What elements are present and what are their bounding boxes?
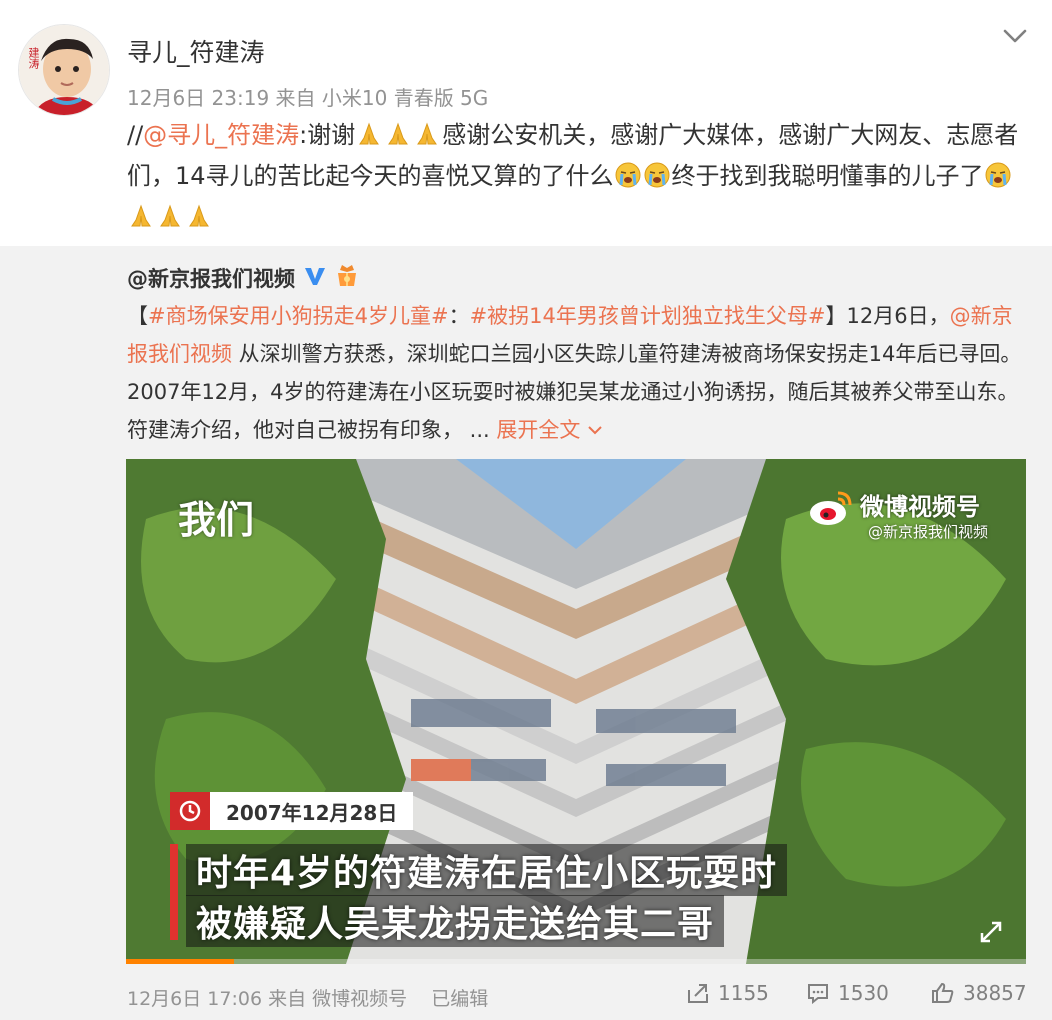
fullscreen-icon[interactable] xyxy=(978,919,1004,945)
like-icon xyxy=(932,982,954,1003)
edited-label[interactable]: 已编辑 xyxy=(431,988,488,1010)
expand-label: 展开全文 xyxy=(496,418,581,442)
comment-icon xyxy=(808,984,828,1004)
watermark-left: 我们 xyxy=(178,498,255,542)
repost-date-text: 12月6日， xyxy=(846,304,950,328)
pray-emoji xyxy=(160,204,180,227)
caption-date-box: 2007年12月28日 xyxy=(170,792,414,830)
pray-emoji xyxy=(131,204,151,227)
text-prefix: // xyxy=(127,121,144,149)
clock-icon xyxy=(170,792,210,830)
tag-open: 【 xyxy=(127,304,148,328)
comment-count: 1530 xyxy=(838,981,889,1005)
original-post: 建涛 寻儿_符建涛 12月6日 23:19 来自 小米10 青春版 5G //@… xyxy=(0,0,1052,246)
repost-meta: 12月6日 17:06 来自 微博视频号 已编辑 xyxy=(127,984,488,1011)
crying-emoji xyxy=(644,162,670,188)
caption-date: 2007年12月28日 xyxy=(226,800,398,825)
avatar[interactable]: 建涛 xyxy=(18,24,110,116)
post-source: 小米10 青春版 5G xyxy=(321,86,489,110)
repost-icon xyxy=(688,984,708,1003)
ellipsis: ... xyxy=(463,418,497,442)
video-player[interactable]: 我们 微博视频号 @新京报我们视频 2007年12月28日 时年4岁的符建涛在居… xyxy=(126,459,1026,964)
hashtag-separator: ： xyxy=(448,304,470,328)
video-progress-fill xyxy=(126,959,234,964)
avatar-label: 建涛 xyxy=(27,47,40,69)
tag-close: 】 xyxy=(825,304,847,328)
expand-full-text-link[interactable]: 展开全文 xyxy=(496,418,603,442)
caption-line-1: 时年4岁的符建涛在居住小区玩耍时 xyxy=(186,844,788,896)
caption-line-2: 被嫌疑人吴某龙拐走送给其二哥 xyxy=(186,895,725,947)
like-count: 38857 xyxy=(963,981,1027,1005)
verified-icon xyxy=(305,268,325,285)
pray-emoji xyxy=(417,122,438,145)
text-part-1: 谢谢 xyxy=(307,121,356,149)
watermark-right-sub: @新京报我们视频 xyxy=(868,523,989,541)
hashtag-link-1[interactable]: #商场保安用小狗拐走4岁儿童# xyxy=(148,304,449,328)
pray-emoji xyxy=(189,204,209,227)
chevron-down-icon[interactable] xyxy=(1000,24,1030,48)
repost-action[interactable]: 1155 xyxy=(686,981,769,1005)
post-source-prefix: 来自 xyxy=(275,86,316,110)
repost-time[interactable]: 12月6日 17:06 xyxy=(127,988,262,1010)
hashtag-link-2[interactable]: #被拐14年男孩曾计划独立找生父母# xyxy=(470,304,826,328)
post-time[interactable]: 12月6日 23:19 xyxy=(127,86,269,110)
caption-accent-bar xyxy=(170,844,178,940)
text-part-3: 终于找到我聪明懂事的儿子了 xyxy=(671,162,984,190)
watermark-right-title: 微博视频号 xyxy=(860,493,980,521)
repost-text: 【#商场保安用小狗拐走4岁儿童#：#被拐14年男孩曾计划独立找生父母#】12月6… xyxy=(127,297,1027,449)
chevron-down-icon xyxy=(588,426,602,435)
repost-count: 1155 xyxy=(718,981,769,1005)
post-author[interactable]: 寻儿_符建涛 xyxy=(127,33,265,69)
repost-source: 微博视频号 xyxy=(312,988,408,1010)
like-action[interactable]: 38857 xyxy=(931,981,1027,1005)
post-meta: 12月6日 23:19 来自 小米10 青春版 5G xyxy=(127,82,488,111)
post-text: //@寻儿_符建涛:谢谢 感谢公安机关，感谢广大媒体，感谢广大网友、志愿者们，14… xyxy=(127,115,1032,238)
crying-emoji xyxy=(615,162,641,188)
gift-icon[interactable] xyxy=(334,264,360,288)
pray-emoji xyxy=(388,122,409,145)
reposted-card[interactable]: @新京报我们视频 【#商场保安用小狗拐走4岁儿童#：#被拐14年男孩曾计划独立找… xyxy=(0,246,1052,1020)
pray-emoji xyxy=(359,122,380,145)
repost-author[interactable]: @新京报我们视频 xyxy=(127,263,295,293)
video-progress-bar[interactable] xyxy=(126,959,1026,964)
weibo-logo-icon xyxy=(810,491,852,525)
comment-action[interactable]: 1530 xyxy=(806,981,889,1005)
crying-emoji xyxy=(985,162,1011,188)
repost-source-prefix: 来自 xyxy=(268,988,307,1010)
mention-link[interactable]: @寻儿_符建涛 xyxy=(143,121,299,149)
